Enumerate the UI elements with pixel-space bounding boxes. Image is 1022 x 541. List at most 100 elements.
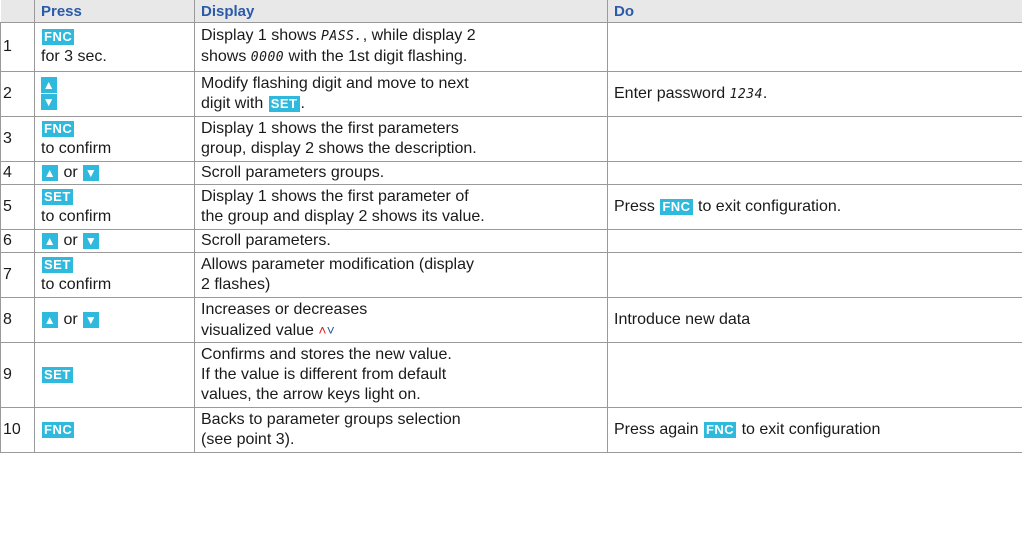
display-cell: Modify flashing digit and move to next d… (194, 71, 608, 117)
press-cell: FNC to confirm (34, 116, 195, 162)
press-cell: ▲ or ▼ (34, 297, 195, 343)
press-cell: FNC for 3 sec. (34, 22, 195, 72)
row-number: 1 (0, 22, 35, 72)
fnc-key-icon: FNC (42, 29, 75, 45)
do-text: . (762, 84, 768, 102)
fnc-key-icon: FNC (660, 199, 693, 215)
do-text: Press (614, 198, 660, 215)
down-key-icon: ▼ (83, 233, 100, 249)
row-number: 2 (0, 71, 35, 117)
press-note: to confirm (41, 208, 112, 225)
up-key-icon: ▲ (42, 233, 58, 249)
display-cell: Display 1 shows PASS., while display 2 s… (194, 22, 608, 72)
do-text: Press again (614, 421, 703, 438)
set-key-icon: SET (268, 96, 300, 112)
table-row: 6 ▲ or ▼ Scroll parameters. (0, 229, 1022, 253)
fnc-key-icon: FNC (42, 121, 75, 137)
display-cell: Backs to parameter groups selection (see… (194, 407, 608, 453)
display-cell: Display 1 shows the first parameters gro… (194, 116, 608, 162)
display-cell: Display 1 shows the first parameter of t… (194, 184, 608, 230)
row-number: 5 (0, 184, 35, 230)
down-indicator-icon: ˅ (326, 321, 335, 338)
display-text: If the value is different from default (201, 366, 447, 383)
press-cell: SET to confirm (34, 184, 195, 230)
do-cell: Enter password 1234. (607, 71, 1022, 117)
press-note: to confirm (41, 276, 112, 293)
table-row: 10 FNC Backs to parameter groups selecti… (0, 407, 1022, 453)
do-cell (607, 116, 1022, 162)
segment-display-text: 1234 (729, 86, 763, 102)
display-text: (see point 3). (201, 431, 295, 448)
display-cell: Confirms and stores the new value. If th… (194, 342, 608, 408)
set-key-icon: SET (42, 257, 73, 273)
display-cell: Scroll parameters. (194, 229, 608, 253)
header-press: Press (34, 0, 195, 23)
table-row: 5 SET to confirm Display 1 shows the fir… (0, 184, 1022, 230)
row-number: 7 (0, 252, 35, 298)
display-text: Display 1 shows (201, 27, 322, 44)
segment-display-text: 0000 (250, 50, 285, 65)
press-note: to confirm (41, 140, 112, 157)
display-text: Allows parameter modification (display (201, 256, 474, 273)
down-key-icon: ▼ (83, 165, 100, 181)
do-cell: Introduce new data (607, 297, 1022, 343)
table-row: 8 ▲ or ▼ Increases or decreases visualiz… (0, 297, 1022, 343)
table-header-row: Press Display Do (0, 0, 1022, 23)
table-row: 3 FNC to confirm Display 1 shows the fir… (0, 116, 1022, 162)
press-cell: ▲ or ▼ (34, 161, 195, 185)
table-row: 9 SET Confirms and stores the new value.… (0, 342, 1022, 408)
header-display: Display (194, 0, 608, 23)
down-key-icon: ▼ (41, 94, 57, 110)
do-cell (607, 252, 1022, 298)
display-cell: Increases or decreases visualized value … (194, 297, 608, 343)
fnc-key-icon: FNC (703, 422, 737, 438)
press-note: or (59, 311, 83, 328)
display-text: digit with (201, 95, 268, 112)
do-cell (607, 342, 1022, 408)
do-cell (607, 229, 1022, 253)
press-note: or (59, 232, 83, 249)
do-text: Enter password (614, 84, 730, 102)
display-text: Backs to parameter groups selection (201, 411, 461, 428)
display-text: . (300, 95, 305, 112)
display-text: group, display 2 shows the description. (201, 140, 477, 157)
row-number: 10 (0, 407, 35, 453)
row-number: 6 (0, 229, 35, 253)
display-text: , while display 2 (362, 27, 476, 44)
display-text: visualized value (201, 321, 319, 339)
press-cell: ▲ or ▼ (34, 229, 195, 253)
up-key-icon: ▲ (42, 165, 58, 181)
set-key-icon: SET (42, 189, 73, 205)
display-text: shows (201, 48, 251, 65)
do-cell: Press FNC to exit configuration. (607, 184, 1022, 230)
row-number: 8 (0, 297, 35, 343)
do-cell: Press again FNC to exit configuration (607, 407, 1022, 453)
table-row: 1 FNC for 3 sec. Display 1 shows PASS., … (0, 22, 1022, 72)
display-text: values, the arrow keys light on. (201, 386, 421, 403)
header-do: Do (607, 0, 1022, 23)
row-number: 4 (0, 161, 35, 185)
display-text: Display 1 shows the first parameters (201, 120, 459, 137)
down-key-icon: ▼ (83, 312, 100, 328)
up-indicator-icon: ˄ (318, 321, 327, 338)
press-note: or (59, 164, 83, 181)
table-row: 7 SET to confirm Allows parameter modifi… (0, 252, 1022, 298)
fnc-key-icon: FNC (42, 422, 75, 438)
set-key-icon: SET (42, 367, 73, 383)
do-cell (607, 161, 1022, 185)
segment-display-text: PASS. (321, 29, 363, 44)
row-number: 9 (0, 342, 35, 408)
display-cell: Allows parameter modification (display 2… (194, 252, 608, 298)
up-key-icon: ▲ (41, 77, 57, 93)
do-text: to exit configuration. (693, 198, 842, 215)
configuration-steps-table: Press Display Do 1 FNC for 3 sec. Displa… (0, 0, 1022, 453)
do-text: to exit configuration (737, 421, 881, 438)
press-cell: FNC (34, 407, 195, 453)
display-text: 2 flashes) (201, 276, 271, 293)
press-note: for 3 sec. (41, 48, 107, 65)
press-cell: ▲ ▼ (34, 71, 195, 117)
display-text: Increases or decreases (201, 300, 368, 318)
display-text: the group and display 2 shows its value. (201, 208, 485, 225)
display-text: with the 1st digit flashing. (284, 48, 468, 65)
display-text: Display 1 shows the first parameter of (201, 188, 469, 205)
